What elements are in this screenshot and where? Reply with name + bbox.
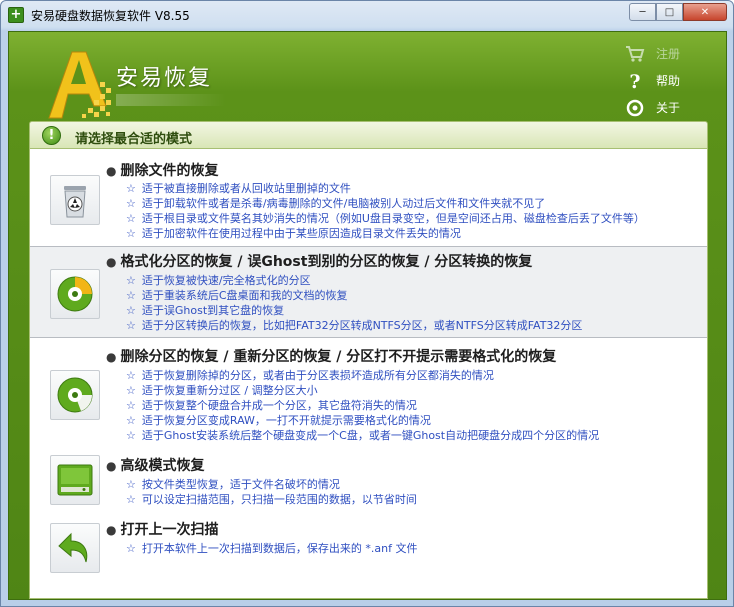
option-open-last-scan[interactable]: ● 打开上一次扫描 ☆ 打开本软件上一次扫描到数据后，保存出来的 *.anf 文件 [30, 515, 707, 575]
option-partition-recovery[interactable]: ● 删除分区的恢复 / 重新分区的恢复 / 分区打不开提示需要格式化的恢复 ☆ 适于… [30, 342, 707, 446]
app-icon: + [8, 7, 24, 23]
svg-text:?: ? [629, 71, 640, 91]
desc-line: ☆ 适于恢复整个硬盘合并成一个分区，其它盘符消失的情况 [126, 399, 417, 412]
hard-drive-icon [50, 455, 100, 505]
help-icon: ? [624, 71, 646, 91]
mode-header: ! 请选择最合适的模式 [29, 121, 708, 149]
option-desc: ☆ 适于被直接删除或者从回收站里删掉的文件 ☆ 适于卸载软件或者是杀毒/病毒删除的文… [126, 181, 645, 241]
logo-icon [48, 51, 111, 119]
desc-line: ☆ 适于重装系统后C盘桌面和我的文档的恢复 [126, 289, 348, 302]
desc-line: ☆ 适于根目录或文件莫名其妙消失的情况（例如U盘目录变空，但是空间还占用、磁盘检查… [126, 212, 645, 225]
options-panel: ● 删除文件的恢复 ☆ 适于被直接删除或者从回收站里删掉的文件 ☆ 适于卸载软件或者是… [29, 149, 708, 599]
format-disk-icon [50, 269, 100, 319]
cart-icon [624, 44, 646, 64]
option-desc: ☆ 适于恢复被快速/完全格式化的分区 ☆ 适于重装系统后C盘桌面和我的文档的恢复 ☆… [126, 273, 582, 333]
option-delete-file[interactable]: ● 删除文件的恢复 ☆ 适于被直接删除或者从回收站里删掉的文件 ☆ 适于卸载软件或者是… [30, 155, 707, 243]
mode-header-text: 请选择最合适的模式 [75, 132, 193, 147]
option-title: ● 打开上一次扫描 [106, 522, 219, 538]
desc-line: ☆ 适于恢复删除掉的分区，或者由于分区表损坏造成所有分区都消失的情况 [126, 369, 494, 382]
name-underline [116, 94, 226, 106]
title-bar[interactable]: + 安易硬盘数据恢复软件 V8.55 ─ □ ✕ [1, 1, 733, 29]
close-button[interactable]: ✕ [683, 3, 727, 21]
desc-line: ☆ 可以设定扫描范围，只扫描一段范围的数据，以节省时间 [126, 493, 417, 506]
exclamation-icon: ! [42, 126, 61, 145]
desc-line: ☆ 适于被直接删除或者从回收站里删掉的文件 [126, 182, 351, 195]
option-title-text: 格式化分区的恢复 / 误Ghost到别的分区的恢复 / 分区转换的恢复 [120, 254, 533, 270]
desc-line: ☆ 适于恢复分区变成RAW，一打不开就提示需要格式化的情况 [126, 414, 431, 427]
option-title-text: 删除分区的恢复 / 重新分区的恢复 / 分区打不开提示需要格式化的恢复 [120, 349, 557, 365]
option-desc: ☆ 按文件类型恢复，适于文件名破坏的情况 ☆ 可以设定扫描范围，只扫描一段范围的数据… [126, 477, 417, 507]
help-link[interactable]: ? 帮助 [624, 67, 704, 94]
option-desc: ☆ 适于恢复删除掉的分区，或者由于分区表损坏造成所有分区都消失的情况 ☆ 适于恢复重… [126, 368, 599, 443]
main-area: 安易恢复 注册 ? 帮助 关于 ! 请选择最合适的模式 ● 删除文件的恢复 ☆ … [8, 31, 727, 600]
desc-line: ☆ 适于恢复被快速/完全格式化的分区 [126, 274, 311, 287]
option-desc: ☆ 打开本软件上一次扫描到数据后，保存出来的 *.anf 文件 [126, 541, 417, 556]
desc-line: ☆ 适于卸载软件或者是杀毒/病毒删除的文件/电脑被别人动过后文件和文件夹就不见了 [126, 197, 546, 210]
option-title: ● 删除分区的恢复 / 重新分区的恢复 / 分区打不开提示需要格式化的恢复 [106, 349, 557, 365]
desc-line: ☆ 适于恢复重新分过区 / 调整分区大小 [126, 384, 318, 397]
window-controls: ─ □ ✕ [629, 3, 727, 21]
option-title-text: 删除文件的恢复 [120, 163, 219, 179]
desc-line: ☆ 适于分区转换后的恢复，比如把FAT32分区转成NTFS分区，或者NTFS分区转… [126, 319, 583, 332]
desc-line: ☆ 适于加密软件在使用过程中由于某些原因造成目录文件丢失的情况 [126, 227, 461, 240]
register-link[interactable]: 注册 [624, 40, 704, 67]
desc-line: ☆ 适于误Ghost到其它盘的恢复 [126, 304, 285, 317]
option-format-recovery[interactable]: ● 格式化分区的恢复 / 误Ghost到别的分区的恢复 / 分区转换的恢复 ☆ 适于… [30, 246, 707, 338]
window-title: 安易硬盘数据恢复软件 V8.55 [31, 9, 190, 23]
register-label: 注册 [656, 47, 681, 61]
info-icon [624, 98, 646, 118]
option-title: ● 高级模式恢复 [106, 458, 205, 474]
option-advanced-mode[interactable]: ● 高级模式恢复 ☆ 按文件类型恢复，适于文件名破坏的情况 ☆ 可以设定扫描范围，只扫… [30, 451, 707, 513]
minimize-icon: ─ [639, 6, 646, 18]
partition-icon [50, 370, 100, 420]
maximize-button[interactable]: □ [656, 3, 683, 21]
app-window: + 安易硬盘数据恢复软件 V8.55 ─ □ ✕ 安易恢复 注册 ? 帮助 关于… [0, 0, 734, 607]
app-name: 安易恢复 [116, 66, 213, 91]
option-title: ● 格式化分区的恢复 / 误Ghost到别的分区的恢复 / 分区转换的恢复 [106, 254, 533, 270]
minimize-button[interactable]: ─ [629, 3, 656, 21]
desc-line: ☆ 打开本软件上一次扫描到数据后，保存出来的 *.anf 文件 [126, 542, 418, 555]
back-arrow-icon [50, 523, 100, 573]
option-title-text: 打开上一次扫描 [120, 522, 219, 538]
desc-line: ☆ 按文件类型恢复，适于文件名破坏的情况 [126, 478, 340, 491]
recycle-bin-icon [50, 175, 100, 225]
option-title: ● 删除文件的恢复 [106, 163, 219, 179]
help-label: 帮助 [656, 74, 681, 88]
about-link[interactable]: 关于 [624, 94, 704, 121]
close-icon: ✕ [700, 6, 710, 18]
about-label: 关于 [656, 101, 681, 115]
option-title-text: 高级模式恢复 [120, 458, 205, 474]
maximize-icon: □ [664, 6, 675, 18]
desc-line: ☆ 适于Ghost安装系统后整个硬盘变成一个C盘，或者一键Ghost自动把硬盘分成… [126, 429, 600, 442]
top-menu: 注册 ? 帮助 关于 [624, 40, 704, 121]
